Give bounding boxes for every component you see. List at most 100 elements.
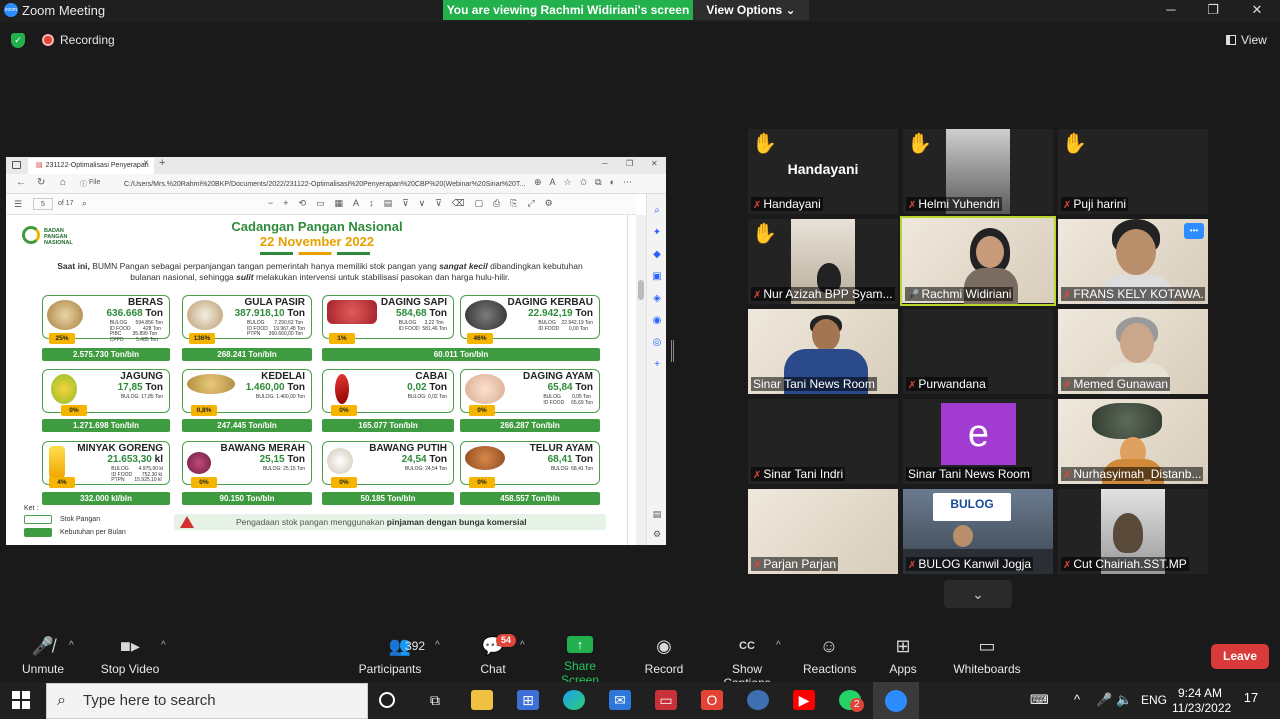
record-button[interactable]: ◉ Record bbox=[644, 636, 684, 676]
edge-icon[interactable] bbox=[563, 690, 585, 710]
value-unit: Ton bbox=[429, 382, 447, 393]
zoom-taskbar-button[interactable] bbox=[873, 682, 919, 719]
share-screen-button[interactable]: ↑ Share Screen bbox=[546, 636, 614, 687]
background-object bbox=[1092, 403, 1162, 439]
video-tile[interactable]: ✗ Parjan Parjan bbox=[748, 489, 898, 574]
restore-button[interactable]: ❐ bbox=[1192, 0, 1234, 20]
close-button[interactable]: ✕ bbox=[1236, 0, 1278, 20]
slide-intro: Saat ini, BUMN Pangan sebagai perpanjang… bbox=[42, 261, 598, 283]
search-placeholder: Type here to search bbox=[83, 692, 216, 709]
video-tile[interactable]: ✋ Handayani ✗ Handayani bbox=[748, 129, 898, 214]
microphone-tray-icon[interactable]: 🎤 bbox=[1096, 692, 1112, 708]
participant-count: 392 bbox=[405, 639, 426, 653]
sidebar-app-icons[interactable]: ⌕ ✦ ◆ ▣ ◈ ◉ ◎ + bbox=[651, 200, 663, 376]
clock-date: 11/23/2022 bbox=[1172, 701, 1232, 715]
tab-actions-icon[interactable] bbox=[12, 161, 21, 169]
browser-minimize-button[interactable]: ─ bbox=[602, 159, 608, 168]
video-tile-active-speaker[interactable]: 🎤 Rachmi Widiriani bbox=[900, 216, 1056, 306]
audio-options-caret[interactable]: ^ bbox=[69, 640, 74, 651]
leave-button[interactable]: Leave bbox=[1211, 644, 1269, 669]
commodity-value: 25,15 Ton bbox=[260, 454, 305, 465]
video-tile[interactable]: ✗ Purwandana bbox=[903, 309, 1053, 394]
app-icon[interactable] bbox=[747, 690, 769, 710]
shared-screen[interactable]: ▤ 231122-Optimalisasi Penyerapan ✕ + ─ ❐ … bbox=[6, 157, 666, 545]
muted-mic-icon: ✗ bbox=[1063, 380, 1072, 391]
whiteboards-button[interactable]: ▭ Whiteboards bbox=[952, 636, 1022, 676]
participants-caret[interactable]: ^ bbox=[435, 640, 440, 651]
contents-icon[interactable]: ☰ bbox=[14, 199, 22, 210]
youtube-icon[interactable]: ▶ bbox=[793, 690, 815, 710]
video-tile[interactable]: ✋ ✗ Puji harini bbox=[1058, 129, 1208, 214]
video-tile[interactable]: ✗ Memed Gunawan bbox=[1058, 309, 1208, 394]
video-tile[interactable]: ••• ✗ FRANS KELY KOTAWA... bbox=[1058, 219, 1208, 304]
commodity-card-jagung: JAGUNG 17,85 Ton BULOG: 17,85 Ton 0% bbox=[42, 369, 170, 416]
video-options-caret[interactable]: ^ bbox=[161, 640, 166, 651]
new-tab-button[interactable]: + bbox=[159, 157, 165, 169]
video-tile[interactable]: BULOG ✗ BULOG Kanwil Jogja bbox=[903, 489, 1053, 574]
pdf-tools-icons[interactable]: −+⟲▭▦A↕▤⊽∨⊽⌫▢⎙⎘⤢⚙ bbox=[268, 198, 628, 209]
refresh-icon[interactable]: ↻ bbox=[37, 177, 45, 188]
keyboard-tray-icon[interactable]: ⌨ bbox=[1030, 692, 1049, 708]
view-options-button[interactable]: View Options ⌄ bbox=[693, 0, 809, 20]
view-button[interactable]: View bbox=[1226, 33, 1267, 47]
browser-toolbar-icons[interactable]: ⊕A☆✩⧉◐⋯ bbox=[534, 177, 658, 188]
notification-center-icon[interactable]: 17 bbox=[1240, 690, 1262, 705]
stop-video-button[interactable]: ■▸ Stop Video bbox=[100, 636, 160, 676]
chat-caret[interactable]: ^ bbox=[520, 640, 525, 651]
taskbar-search-input[interactable]: ⌕ Type here to search bbox=[46, 683, 368, 719]
browser-close-button[interactable]: ✕ bbox=[651, 159, 658, 168]
video-tile[interactable]: ✗ Sinar Tani Indri bbox=[748, 399, 898, 484]
show-hidden-icons[interactable]: ^ bbox=[1074, 692, 1080, 707]
volume-icon[interactable]: 🔈 bbox=[1116, 692, 1132, 708]
video-tile[interactable]: Sinar Tani News Room bbox=[748, 309, 898, 394]
participant-name-label: 🎤 Rachmi Widiriani bbox=[905, 287, 1014, 301]
tile-more-button[interactable]: ••• bbox=[1184, 223, 1204, 239]
address-bar[interactable]: C:/Users/Mrs.%20Rahmi%20BKP/Documents/20… bbox=[124, 178, 534, 191]
captions-icon: CC bbox=[739, 640, 755, 652]
participant-name-label: ✗ Handayani bbox=[751, 197, 823, 211]
browser-restore-button[interactable]: ❐ bbox=[626, 159, 633, 168]
recording-label[interactable]: Recording bbox=[60, 33, 115, 47]
participant-name: FRANS KELY KOTAWA... bbox=[1073, 287, 1205, 301]
mail-icon[interactable]: ✉ bbox=[609, 690, 631, 710]
language-indicator[interactable]: ENG bbox=[1141, 693, 1167, 707]
home-icon[interactable]: ⌂ bbox=[60, 177, 66, 188]
video-tile[interactable]: ✋ ✗ Helmi Yuhendri bbox=[903, 129, 1053, 214]
taskbar-clock[interactable]: 9:24 AM 11/23/2022 bbox=[1172, 686, 1232, 716]
commodity-details: BULOG: 1.460,00 Ton bbox=[255, 394, 305, 400]
reactions-button[interactable]: ☺ Reactions bbox=[803, 636, 856, 676]
participant-name: Parjan Parjan bbox=[763, 557, 837, 571]
video-tile[interactable]: ✋ ✗ Nur Azizah BPP Syam... bbox=[748, 219, 898, 304]
pdf-search-icon[interactable]: ⌕ bbox=[82, 198, 87, 209]
video-tile[interactable]: ✗ Nurhasyimah_Distanb... bbox=[1058, 399, 1208, 484]
office-icon[interactable]: O bbox=[701, 690, 723, 710]
pdf-scrollbar[interactable] bbox=[636, 215, 646, 545]
unmute-button[interactable]: 🎤̸ Unmute bbox=[18, 636, 68, 676]
captions-caret[interactable]: ^ bbox=[776, 640, 781, 651]
sidebar-settings-icons[interactable]: ▤ ⚙ bbox=[651, 504, 663, 544]
minimize-button[interactable]: ─ bbox=[1150, 0, 1192, 20]
file-explorer-icon[interactable] bbox=[471, 690, 493, 710]
presentation-app-icon[interactable]: ▭ bbox=[655, 690, 677, 710]
task-view-icon[interactable]: ⧉ bbox=[424, 690, 446, 710]
apps-button[interactable]: ⊞ Apps bbox=[886, 636, 920, 676]
commodity-name: KEDELAI bbox=[261, 371, 305, 382]
intro-emphasis: sulit bbox=[236, 272, 254, 282]
page-number-input[interactable]: 5 bbox=[33, 198, 53, 210]
cortana-icon[interactable] bbox=[379, 692, 395, 708]
back-icon[interactable]: ← bbox=[16, 177, 26, 188]
tab-close-icon[interactable]: ✕ bbox=[143, 159, 149, 167]
video-tile[interactable]: ✗ Cut Chairiah.SST.MP bbox=[1058, 489, 1208, 574]
split-resize-handle[interactable] bbox=[671, 340, 674, 362]
next-page-button[interactable]: ⌄ bbox=[944, 580, 1012, 608]
info-icon[interactable]: ⓘ bbox=[80, 179, 87, 189]
windows-start-icon[interactable] bbox=[12, 691, 30, 709]
mic-on-icon: 🎤 bbox=[907, 290, 920, 301]
scroll-thumb[interactable] bbox=[638, 280, 644, 300]
commodity-card-gula-pasir: GULA PASIR 387.918,10 Ton BULOG 7.290,62… bbox=[182, 295, 312, 344]
video-tile[interactable]: e Sinar Tani News Room bbox=[903, 399, 1053, 484]
security-shield-icon[interactable]: ✓ bbox=[11, 33, 25, 48]
browser-tab[interactable]: ▤ 231122-Optimalisasi Penyerapan bbox=[28, 158, 154, 174]
stock-percentage: 0% bbox=[191, 477, 217, 488]
store-icon[interactable]: ⊞ bbox=[517, 690, 539, 710]
